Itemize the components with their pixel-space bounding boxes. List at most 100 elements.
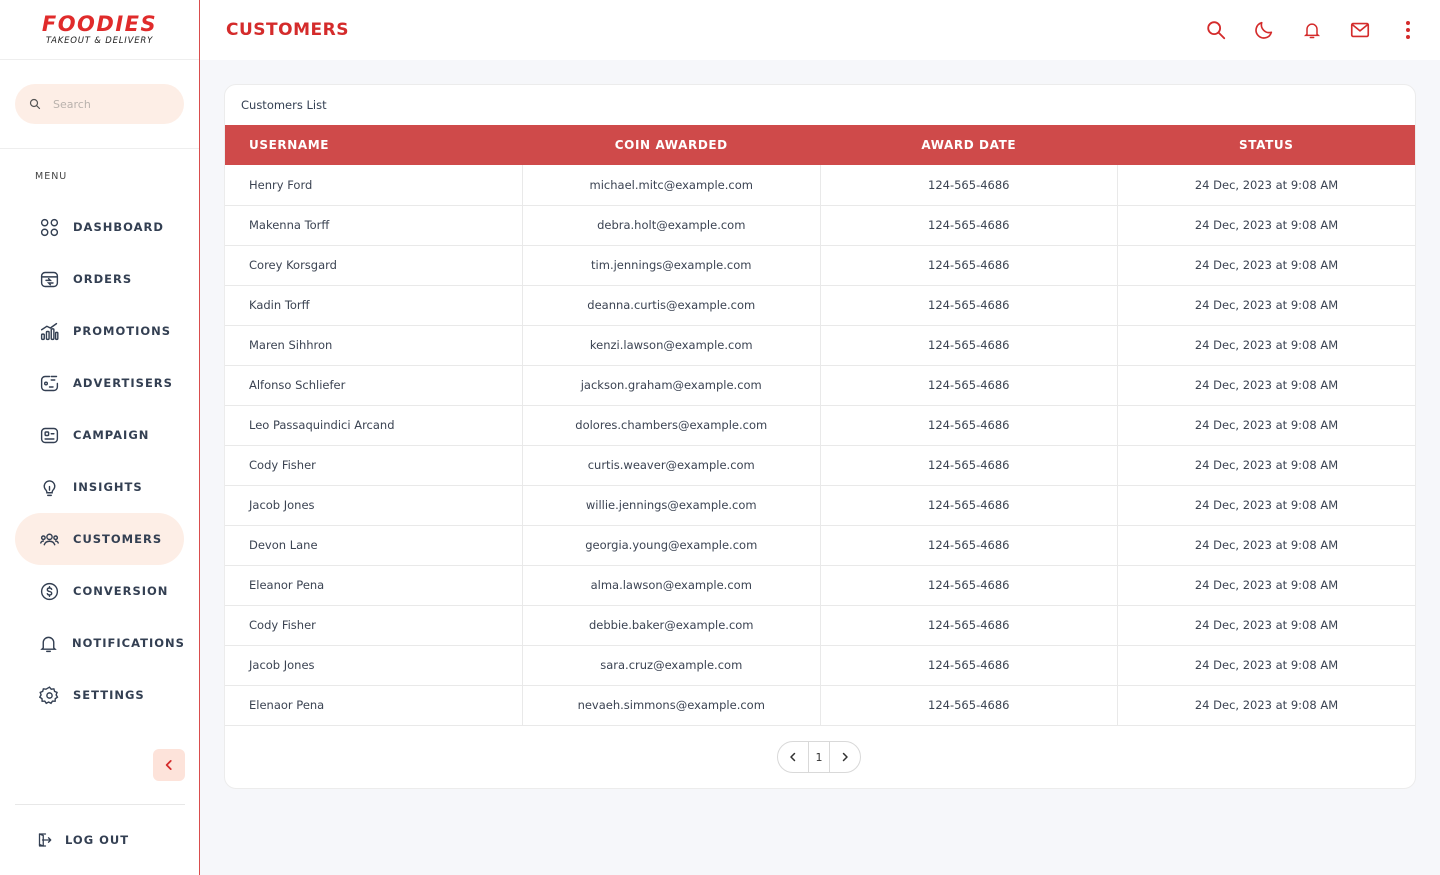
- cell-username: Kadin Torff: [225, 285, 523, 326]
- sidebar-item-label: CAMPAIGN: [73, 428, 150, 442]
- sidebar-item-advertisers[interactable]: ADVERTISERS: [15, 357, 184, 409]
- cell-status: 24 Dec, 2023 at 9:08 AM: [1117, 525, 1415, 566]
- page-number[interactable]: 1: [808, 742, 830, 772]
- sidebar-item-label: PROMOTIONS: [73, 324, 172, 338]
- sidebar-item-settings[interactable]: SETTINGS: [15, 669, 184, 721]
- cell-award-date: 124-565-4686: [820, 365, 1118, 406]
- sidebar-item-conversion[interactable]: CONVERSION: [15, 565, 184, 617]
- sidebar-item-label: ADVERTISERS: [73, 376, 173, 390]
- cell-coin-awarded: curtis.weaver@example.com: [522, 445, 821, 486]
- search-icon: [29, 98, 41, 110]
- cell-award-date: 124-565-4686: [820, 685, 1118, 726]
- table-row[interactable]: Jacob Jones willie.jennings@example.com 12…: [225, 485, 1415, 526]
- cell-coin-awarded: alma.lawson@example.com: [522, 565, 821, 606]
- dark-mode-button[interactable]: [1252, 18, 1276, 42]
- cell-award-date: 124-565-4686: [820, 405, 1118, 446]
- next-page-button[interactable]: [830, 742, 860, 772]
- cell-award-date: 124-565-4686: [820, 325, 1118, 366]
- cell-coin-awarded: sara.cruz@example.com: [522, 645, 821, 686]
- table-row[interactable]: Elenaor Pena nevaeh.simmons@example.com 12…: [225, 685, 1415, 726]
- table-row[interactable]: Makenna Torff debra.holt@example.com 124-5…: [225, 205, 1415, 246]
- table-row[interactable]: Maren Sihhron kenzi.lawson@example.com 124…: [225, 325, 1415, 366]
- table-row[interactable]: Jacob Jones sara.cruz@example.com 124-565-…: [225, 645, 1415, 686]
- sidebar-item-insights[interactable]: INSIGHTS: [15, 461, 184, 513]
- column-header-coin-awarded[interactable]: COIN AWARDED: [523, 125, 821, 165]
- cell-coin-awarded: debbie.baker@example.com: [522, 605, 821, 646]
- brand-title: FOODIES: [41, 12, 158, 36]
- cell-award-date: 124-565-4686: [820, 525, 1118, 566]
- sidebar-item-customers[interactable]: CUSTOMERS: [15, 513, 184, 565]
- cell-status: 24 Dec, 2023 at 9:08 AM: [1117, 285, 1415, 326]
- logout-button[interactable]: LOG OUT: [35, 830, 129, 850]
- cell-status: 24 Dec, 2023 at 9:08 AM: [1117, 645, 1415, 686]
- cell-award-date: 124-565-4686: [820, 565, 1118, 606]
- column-header-status[interactable]: STATUS: [1118, 125, 1416, 165]
- sidebar-item-dashboard[interactable]: DASHBOARD: [15, 201, 184, 253]
- sidebar-item-notifications[interactable]: NOTIFICATIONS: [15, 617, 184, 669]
- table-row[interactable]: Alfonso Schliefer jackson.graham@example.…: [225, 365, 1415, 406]
- table-row[interactable]: Devon Lane georgia.young@example.com 124-5…: [225, 525, 1415, 566]
- search-button[interactable]: [1204, 18, 1228, 42]
- table-row[interactable]: Corey Korsgard tim.jennings@example.com 12…: [225, 245, 1415, 286]
- cell-coin-awarded: willie.jennings@example.com: [522, 485, 821, 526]
- divider: [15, 804, 185, 805]
- campaign-icon: [38, 424, 60, 446]
- logout-label: LOG OUT: [65, 833, 130, 847]
- cell-status: 24 Dec, 2023 at 9:08 AM: [1117, 405, 1415, 446]
- menu-label: MENU: [35, 171, 68, 182]
- cell-status: 24 Dec, 2023 at 9:08 AM: [1117, 365, 1415, 406]
- cell-coin-awarded: tim.jennings@example.com: [522, 245, 821, 286]
- cell-status: 24 Dec, 2023 at 9:08 AM: [1117, 565, 1415, 606]
- column-header-username[interactable]: USERNAME: [225, 125, 523, 165]
- cell-username: Jacob Jones: [225, 485, 523, 526]
- customers-table: USERNAME COIN AWARDED AWARD DATE STATUS …: [225, 125, 1415, 726]
- search-box[interactable]: [15, 84, 184, 124]
- column-header-award-date[interactable]: AWARD DATE: [820, 125, 1118, 165]
- collapse-sidebar-button[interactable]: [153, 749, 185, 781]
- sidebar-item-orders[interactable]: ORDERS: [15, 253, 184, 305]
- cell-award-date: 124-565-4686: [820, 645, 1118, 686]
- bell-icon: [1303, 23, 1321, 39]
- cell-status: 24 Dec, 2023 at 9:08 AM: [1117, 165, 1415, 206]
- cell-username: Cody Fisher: [225, 445, 523, 486]
- top-bar: CUSTOMERS: [200, 0, 1440, 60]
- bell-icon: [38, 632, 59, 654]
- sidebar-item-label: DASHBOARD: [73, 220, 164, 234]
- advertisers-icon: [38, 372, 60, 394]
- table-row[interactable]: Henry Ford michael.mitc@example.com 124-56…: [225, 165, 1415, 206]
- dollar-icon: [38, 580, 60, 602]
- customers-card: Customers List USERNAME COIN AWARDED AWA…: [224, 84, 1416, 789]
- cell-award-date: 124-565-4686: [820, 205, 1118, 246]
- table-row[interactable]: Eleanor Pena alma.lawson@example.com 124-5…: [225, 565, 1415, 606]
- cell-username: Corey Korsgard: [225, 245, 523, 286]
- prev-page-button[interactable]: [778, 742, 808, 772]
- search-input[interactable]: [53, 97, 173, 111]
- sidebar-item-label: ORDERS: [73, 272, 133, 286]
- logout-icon: [38, 833, 52, 847]
- cell-username: Alfonso Schliefer: [225, 365, 523, 406]
- table-row[interactable]: Cody Fisher curtis.weaver@example.com 124-…: [225, 445, 1415, 486]
- cell-award-date: 124-565-4686: [820, 285, 1118, 326]
- cell-coin-awarded: nevaeh.simmons@example.com: [522, 685, 821, 726]
- table-row[interactable]: Cody Fisher debbie.baker@example.com 124-5…: [225, 605, 1415, 646]
- more-options-button[interactable]: [1396, 18, 1420, 42]
- sidebar-item-label: NOTIFICATIONS: [72, 636, 185, 650]
- cell-coin-awarded: georgia.young@example.com: [522, 525, 821, 566]
- table-row[interactable]: Kadin Torff deanna.curtis@example.com 124-…: [225, 285, 1415, 326]
- table-row[interactable]: Leo Passaquindici Arcand dolores.chambers…: [225, 405, 1415, 446]
- cell-status: 24 Dec, 2023 at 9:08 AM: [1117, 325, 1415, 366]
- brand-logo[interactable]: FOODIES TAKEOUT & DELIVERY: [0, 0, 199, 60]
- cell-coin-awarded: michael.mitc@example.com: [522, 165, 821, 206]
- sidebar-item-campaign[interactable]: CAMPAIGN: [15, 409, 184, 461]
- sidebar-item-label: SETTINGS: [73, 688, 145, 702]
- chevron-left-icon: [165, 760, 172, 770]
- sidebar-item-label: CUSTOMERS: [73, 532, 163, 546]
- notifications-button[interactable]: [1300, 18, 1324, 42]
- table-header-row: USERNAME COIN AWARDED AWARD DATE STATUS: [225, 125, 1415, 165]
- sidebar: FOODIES TAKEOUT & DELIVERY MENU DASHBOAR…: [0, 0, 200, 875]
- orders-icon: [38, 268, 60, 290]
- page-title: CUSTOMERS: [226, 20, 349, 40]
- sidebar-item-promotions[interactable]: PROMOTIONS: [15, 305, 184, 357]
- messages-button[interactable]: [1348, 18, 1372, 42]
- cell-status: 24 Dec, 2023 at 9:08 AM: [1117, 445, 1415, 486]
